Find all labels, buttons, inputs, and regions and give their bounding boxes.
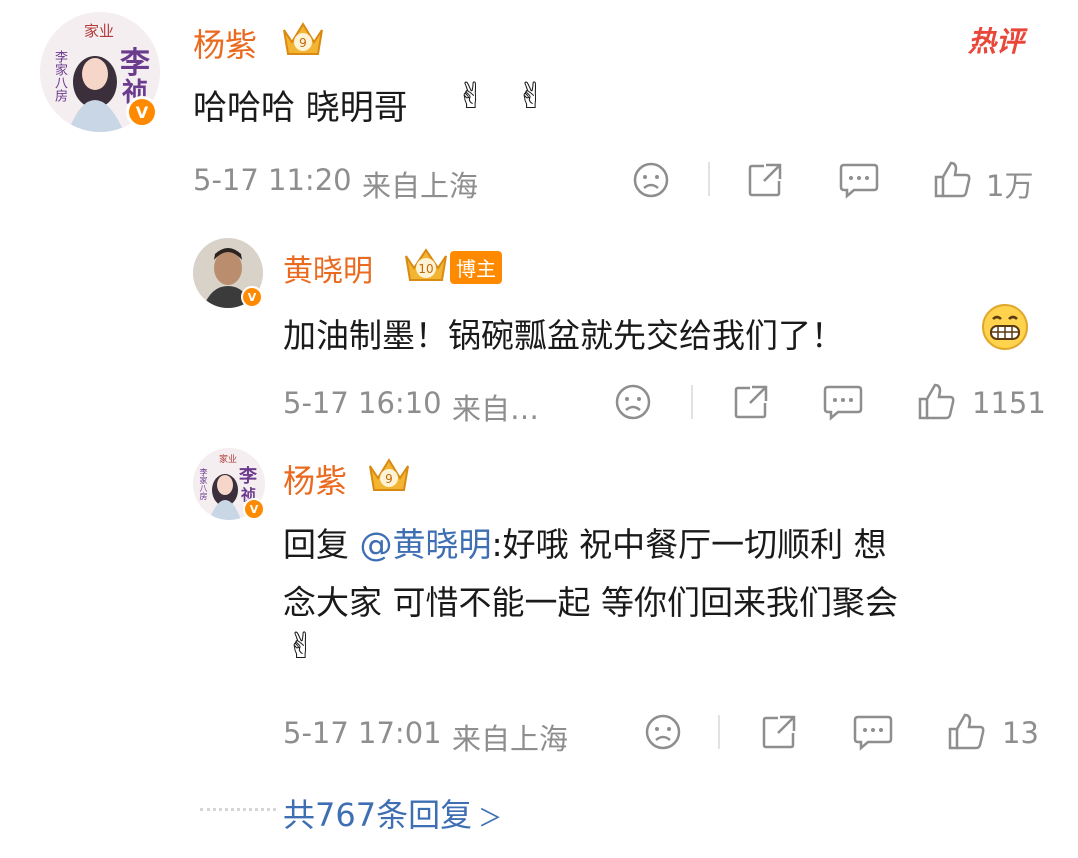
victory-hand-icon: ✌ — [456, 76, 487, 117]
share-icon[interactable] — [746, 161, 784, 199]
blogger-badge: 博主 — [450, 251, 502, 284]
dotted-divider — [200, 808, 276, 811]
reply-location: 来自上海 — [452, 722, 569, 756]
dislike-icon[interactable] — [614, 383, 652, 421]
like-count: 1万 — [986, 169, 1034, 203]
like-icon[interactable] — [916, 382, 956, 422]
verified-icon: V — [241, 286, 263, 308]
divider — [708, 162, 710, 196]
reply-text-line-2: 念大家 可惜不能一起 等你们回来我们聚会 — [283, 583, 898, 622]
like-count: 1151 — [972, 386, 1046, 420]
avatar-side-text: 李家八房 — [199, 468, 208, 500]
reply-author-name[interactable]: 杨紫 — [283, 456, 347, 502]
comment-avatar[interactable]: 家业 李 祯 李家八房 V — [40, 12, 160, 132]
dislike-icon[interactable] — [632, 161, 670, 199]
victory-hand-icon: ✌ — [286, 626, 317, 667]
verified-icon: V — [126, 96, 158, 128]
verified-icon: V — [243, 498, 265, 520]
comment-icon[interactable] — [838, 161, 880, 199]
avatar-top-text: 家业 — [84, 22, 115, 40]
reply-prefix: 回复 — [283, 525, 360, 564]
reply-timestamp: 5-17 17:01 — [283, 716, 442, 750]
avatar-top-text: 家业 — [219, 455, 238, 465]
vip-crown-icon: 9 — [369, 458, 409, 491]
vip-crown-icon: 9 — [283, 22, 323, 55]
comment-author-name[interactable]: 杨紫 — [193, 20, 257, 66]
view-more-replies-link[interactable]: 共767条回复＞ — [283, 790, 502, 836]
chevron-right-icon: ＞ — [478, 804, 503, 832]
vip-level: 9 — [299, 36, 307, 50]
mention-link[interactable]: @黄晓明 — [360, 525, 492, 564]
avatar-side-text: 李家八房 — [52, 50, 67, 102]
share-icon[interactable] — [760, 713, 798, 751]
like-icon[interactable] — [932, 160, 972, 200]
reply-author-name[interactable]: 黄晓明 — [283, 246, 373, 290]
reply-text-line-1: 回复 @黄晓明:好哦 祝中餐厅一切顺利 想 — [283, 518, 887, 566]
comment-text: 哈哈哈 晓明哥 — [193, 88, 408, 128]
reply-text: :好哦 祝中餐厅一切顺利 想 — [491, 525, 887, 564]
comment-location: 来自上海 — [362, 169, 479, 203]
victory-hand-icon: ✌ — [516, 76, 547, 117]
reply-avatar[interactable]: V — [193, 238, 263, 308]
grin-emoji-icon — [982, 304, 1028, 350]
like-icon[interactable] — [946, 712, 986, 752]
reply-text: 加油制墨！锅碗瓢盆就先交给我们了！ — [283, 316, 844, 355]
reply-avatar[interactable]: 家业 李 祯 李家八房 V — [193, 448, 265, 520]
comment-icon[interactable] — [822, 383, 864, 421]
vip-crown-icon: 10 — [405, 248, 447, 281]
more-replies-label: 共767条回复 — [283, 796, 473, 834]
divider — [691, 385, 693, 419]
reply-timestamp: 5-17 16:10 — [283, 386, 442, 420]
share-icon[interactable] — [732, 383, 770, 421]
dislike-icon[interactable] — [644, 713, 682, 751]
reply-location: 来自… — [452, 392, 540, 426]
hot-comment-tag: 热评 — [968, 25, 1025, 58]
comment-icon[interactable] — [852, 713, 894, 751]
vip-level: 10 — [418, 262, 433, 276]
comment-timestamp: 5-17 11:20 — [193, 163, 352, 197]
divider — [718, 715, 720, 749]
vip-level: 9 — [385, 472, 393, 486]
like-count: 13 — [1002, 716, 1039, 750]
